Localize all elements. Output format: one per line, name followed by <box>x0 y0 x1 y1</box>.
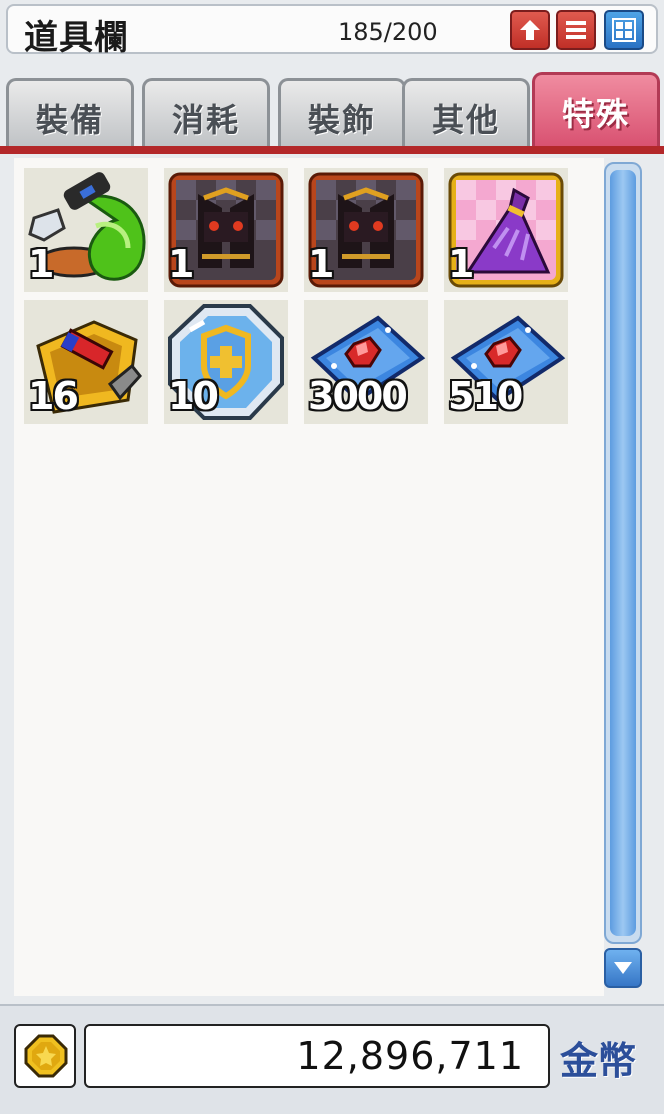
item-quantity: 1 <box>28 242 54 286</box>
gold-amount-field: 12,896,711 <box>84 1024 550 1088</box>
tab-divider <box>0 146 664 154</box>
tab-decoration[interactable]: 裝飾 <box>278 78 406 148</box>
gold-amount: 12,896,711 <box>296 1034 524 1078</box>
scrollbar-thumb[interactable] <box>610 170 636 936</box>
tab-special[interactable]: 特殊 <box>532 72 660 148</box>
tab-etc[interactable]: 其他 <box>402 78 530 148</box>
title-bar[interactable]: 道具欄 185/200 <box>6 4 658 58</box>
tab-label: 裝備 <box>35 101 104 139</box>
gold-coin-icon <box>24 1034 68 1078</box>
plus-icon <box>520 20 540 40</box>
tab-consumable[interactable]: 消耗 <box>142 78 270 148</box>
view-toggle-button[interactable] <box>604 10 644 50</box>
grid-icon <box>612 18 636 42</box>
inventory-capacity: 185/200 <box>338 18 438 46</box>
item-quantity: 1 <box>168 242 194 286</box>
scrollbar-track[interactable] <box>604 162 642 944</box>
item-slot[interactable]: 1 <box>304 168 428 292</box>
tab-label: 消耗 <box>171 101 240 139</box>
item-slot[interactable]: 16 <box>24 300 148 424</box>
item-grid: 1 1 1 1 16 10 3000 510 <box>14 158 604 996</box>
menu-icon <box>566 21 586 39</box>
inventory-tabs: 裝備 消耗 裝飾 其他 特殊 <box>0 72 664 154</box>
item-quantity: 1 <box>308 242 334 286</box>
sort-button[interactable] <box>556 10 596 50</box>
inventory-window: 道具欄 185/200 裝備 消耗 裝飾 其他 特殊 1 1 1 1 16 10… <box>0 0 664 1114</box>
expand-button[interactable] <box>510 10 550 50</box>
item-slot[interactable]: 1 <box>164 168 288 292</box>
window-title: 道具欄 <box>24 18 129 58</box>
tab-label: 裝飾 <box>307 101 376 139</box>
tab-label: 其他 <box>431 101 500 139</box>
item-slot[interactable]: 1 <box>444 168 568 292</box>
item-quantity: 510 <box>448 374 523 418</box>
item-slot[interactable]: 10 <box>164 300 288 424</box>
tab-label: 特殊 <box>561 95 630 133</box>
item-quantity: 16 <box>28 374 79 418</box>
item-slot[interactable]: 1 <box>24 168 148 292</box>
item-slot[interactable]: 510 <box>444 300 568 424</box>
coin-icon-box <box>14 1024 76 1088</box>
item-quantity: 3000 <box>308 374 408 418</box>
tab-equipment[interactable]: 裝備 <box>6 78 134 148</box>
item-slot[interactable]: 3000 <box>304 300 428 424</box>
scroll-down-button[interactable] <box>604 948 642 988</box>
item-quantity: 10 <box>168 374 219 418</box>
currency-label: 金幣 <box>560 1039 637 1083</box>
currency-bar: 12,896,711 金幣 <box>0 1004 664 1114</box>
item-quantity: 1 <box>448 242 474 286</box>
chevron-down-icon <box>614 962 632 974</box>
